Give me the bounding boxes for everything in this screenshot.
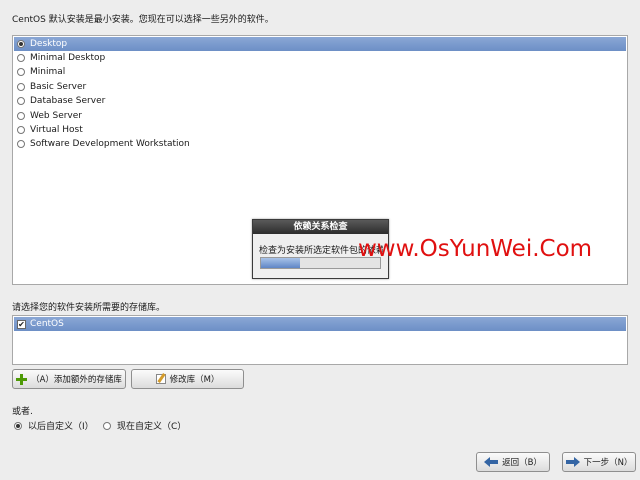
group-item-software-dev-workstation[interactable]: Software Development Workstation [14, 137, 626, 151]
next-label: 下一步（N） [583, 458, 633, 468]
back-button[interactable]: 返回（B） [476, 452, 550, 472]
modify-repo-label: 修改库（M） [169, 375, 220, 385]
back-label: 返回（B） [502, 458, 542, 468]
customize-later-option[interactable]: 以后自定义（I） [14, 419, 94, 432]
repo-item-centos[interactable]: ✔ CentOS [14, 317, 626, 331]
group-label: Virtual Host [30, 125, 83, 135]
group-label: Minimal [30, 67, 66, 77]
progress-fill [261, 258, 301, 268]
group-item-desktop[interactable]: Desktop [14, 37, 626, 51]
group-label: Basic Server [30, 82, 87, 92]
radio-button[interactable] [17, 54, 25, 62]
edit-icon [155, 374, 166, 384]
radio-button[interactable] [17, 126, 25, 134]
group-label: Web Server [30, 111, 82, 121]
radio-button[interactable] [17, 112, 25, 120]
arrow-right-icon [565, 456, 580, 468]
group-item-virtual-host[interactable]: Virtual Host [14, 123, 626, 137]
arrow-left-icon [484, 456, 499, 468]
group-label: Minimal Desktop [30, 53, 106, 63]
radio-button[interactable] [14, 421, 22, 430]
plus-icon [16, 373, 28, 385]
group-item-basic-server[interactable]: Basic Server [14, 80, 626, 94]
intro-text: CentOS 默认安装是最小安装。您现在可以选择一些另外的软件。 [12, 15, 274, 25]
dialog-title: 依赖关系检查 [253, 220, 388, 234]
radio-button[interactable] [17, 140, 25, 148]
add-repo-label: （A）添加额外的存储库 [31, 375, 122, 385]
next-button[interactable]: 下一步（N） [562, 452, 636, 472]
customize-later-label: 以后自定义（I） [28, 422, 94, 432]
radio-button[interactable] [17, 83, 25, 91]
group-label: Database Server [30, 96, 106, 106]
customize-now-label: 现在自定义（C） [117, 422, 187, 432]
radio-button[interactable] [17, 40, 25, 48]
modify-repo-button[interactable]: 修改库（M） [131, 369, 244, 389]
repository-list[interactable]: ✔ CentOS [12, 315, 628, 365]
group-item-web-server[interactable]: Web Server [14, 109, 626, 123]
or-label: 或者. [12, 407, 33, 417]
group-label: Desktop [30, 39, 68, 49]
customize-now-option[interactable]: 现在自定义（C） [103, 419, 186, 432]
group-item-minimal[interactable]: Minimal [14, 65, 626, 79]
group-item-minimal-desktop[interactable]: Minimal Desktop [14, 51, 626, 65]
radio-button[interactable] [17, 97, 25, 105]
repo-prompt: 请选择您的软件安装所需要的存储库。 [12, 303, 166, 313]
group-item-database-server[interactable]: Database Server [14, 94, 626, 108]
repo-label: CentOS [30, 319, 64, 329]
radio-button[interactable] [103, 421, 111, 430]
watermark-text: www.OsYunWei.Com [358, 236, 593, 262]
radio-button[interactable] [17, 68, 25, 76]
group-label: Software Development Workstation [30, 139, 190, 149]
add-repo-button[interactable]: （A）添加额外的存储库 [12, 369, 126, 389]
checkbox[interactable]: ✔ [17, 320, 26, 329]
